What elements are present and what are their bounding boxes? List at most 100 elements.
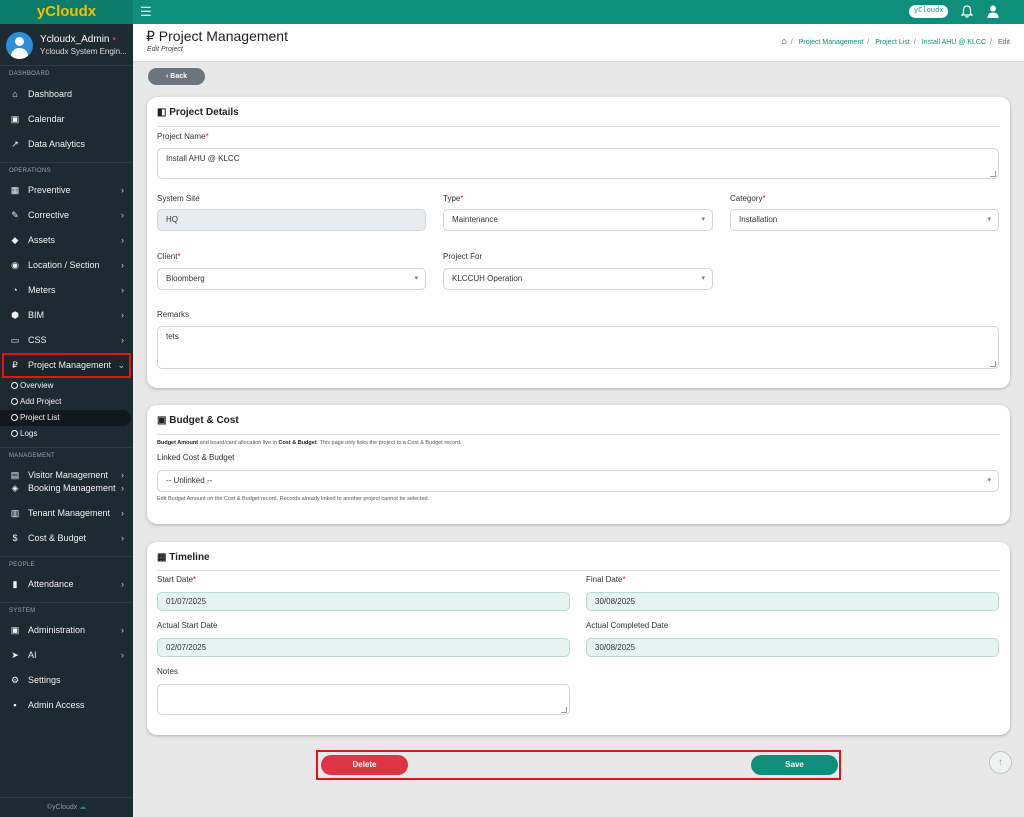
hamburger-menu-icon[interactable]: ☰: [140, 4, 152, 20]
section-management: MANAGEMENT: [0, 447, 133, 463]
subitem-project-list[interactable]: Project List: [0, 410, 131, 426]
sidebar-item-tenant-management[interactable]: ▥ Tenant Management ›: [0, 501, 133, 526]
start-date-field[interactable]: 01/07/2025: [157, 592, 570, 611]
subitem-logs[interactable]: Logs: [0, 426, 133, 442]
building-icon: ▥: [10, 508, 20, 518]
remarks-field[interactable]: tets: [157, 326, 999, 369]
chevron-right-icon: ›: [121, 625, 124, 635]
divider: [157, 434, 1000, 435]
chevron-down-icon: ⌄: [117, 360, 125, 370]
sidebar-item-ai[interactable]: ➤ AI ›: [0, 643, 133, 668]
category-select[interactable]: Installation: [730, 209, 999, 231]
chevron-right-icon: ›: [121, 533, 124, 543]
client-label: Client*: [157, 252, 181, 261]
calendar-icon: ▦: [157, 552, 170, 563]
sidebar-item-administration[interactable]: ▣ Administration ›: [0, 618, 133, 643]
chevron-right-icon: ›: [121, 579, 124, 589]
sidebar-item-calendar[interactable]: ▣ Calendar: [0, 107, 133, 132]
sidebar-item-visitor-management[interactable]: ▤ Visitor Management ›: [0, 469, 133, 482]
sidebar-item-booking-management[interactable]: ◈ Booking Management ›: [0, 482, 133, 495]
sidebar-item-assets[interactable]: ◆ Assets ›: [0, 228, 133, 253]
sidebar-item-dashboard[interactable]: ⌂ Dashboard: [0, 82, 133, 107]
user-pill[interactable]: yCloudx: [909, 5, 949, 18]
actual-start-date-field[interactable]: 02/07/2025: [157, 638, 570, 657]
chevron-right-icon: ›: [121, 483, 124, 493]
online-status-icon: •: [112, 34, 116, 45]
card-title: ▦ Timeline: [157, 552, 210, 563]
delete-button[interactable]: Delete: [321, 755, 408, 775]
save-button[interactable]: Save: [751, 755, 838, 775]
calendar-grid-icon: ▦: [10, 185, 20, 195]
linked-cost-budget-label: Linked Cost & Budget: [157, 453, 235, 462]
final-date-label: Final Date*: [586, 575, 626, 584]
circle-icon: [11, 414, 18, 421]
subitem-overview[interactable]: Overview: [0, 378, 133, 394]
project-name-field[interactable]: Install AHU @ KLCC: [157, 148, 999, 179]
admin-icon: ▣: [10, 625, 20, 635]
monitor-icon: ▭: [10, 335, 20, 345]
section-dashboard: DASHBOARD: [9, 71, 50, 77]
home-icon[interactable]: ⌂: [781, 36, 786, 46]
sidebar-item-cost-budget[interactable]: $ Cost & Budget ›: [0, 526, 133, 551]
project-for-select[interactable]: KLCCUH Operation: [443, 268, 713, 290]
gear-icon: ⚙: [10, 675, 20, 685]
sidebar-item-data-analytics[interactable]: ↗ Data Analytics: [0, 132, 133, 157]
breadcrumb-project-list[interactable]: Project List: [875, 39, 910, 46]
sidebar-item-attendance[interactable]: ▮ Attendance ›: [0, 572, 133, 597]
type-label: Type*: [443, 194, 464, 203]
avatar: [6, 32, 33, 59]
subitem-add-project[interactable]: Add Project: [0, 394, 133, 410]
circle-icon: [11, 382, 18, 389]
section-people: PEOPLE: [0, 556, 133, 572]
remarks-label: Remarks: [157, 310, 190, 319]
chevron-right-icon: ›: [121, 185, 124, 195]
sidebar-item-location[interactable]: ◉ Location / Section ›: [0, 253, 133, 278]
notes-field[interactable]: [157, 684, 570, 715]
project-name-label: Project Name*: [157, 132, 209, 141]
breadcrumb-project-management[interactable]: Project Management: [799, 39, 864, 46]
client-select[interactable]: Bloomberg: [157, 268, 426, 290]
breadcrumb-project[interactable]: Install AHU @ KLCC: [922, 39, 986, 46]
user-profile[interactable]: Ycloudx_Admin • Ycloudx System Engin...: [0, 24, 133, 66]
profile-role: Ycloudx System Engin...: [40, 47, 127, 56]
chevron-right-icon: ›: [121, 260, 124, 270]
action-bar: Delete Save: [316, 750, 841, 780]
sidebar-item-admin-access[interactable]: ▪ Admin Access: [0, 693, 133, 718]
sidebar-item-settings[interactable]: ⚙ Settings: [0, 668, 133, 693]
chevron-right-icon: ›: [121, 235, 124, 245]
sidebar-item-bim[interactable]: ⬢ BIM ›: [0, 303, 133, 328]
linked-cost-budget-select[interactable]: -- Unlinked --: [157, 470, 999, 492]
project-icon: ₽: [12, 360, 18, 370]
chevron-right-icon: ›: [121, 650, 124, 660]
sidebar-item-project-management[interactable]: ₽ Project Management ⌄: [2, 353, 131, 378]
bell-icon[interactable]: [960, 4, 974, 19]
back-button[interactable]: ‹ Back: [148, 68, 205, 85]
sidebar-item-css[interactable]: ▭ CSS ›: [0, 328, 133, 353]
sidebar-footer: ©yCloudx ☁: [0, 797, 133, 817]
clipboard-icon: ▮: [12, 579, 18, 589]
top-bar: yCloudx ☰ yCloudx: [0, 0, 1024, 24]
actual-completed-date-field[interactable]: 30/08/2025: [586, 638, 999, 657]
cloud-icon: ☁: [79, 804, 87, 811]
type-select[interactable]: Maintenance: [443, 209, 713, 231]
brand-logo[interactable]: yCloudx: [0, 0, 133, 24]
sidebar-item-preventive[interactable]: ▦ Preventive ›: [0, 178, 133, 203]
card-title: ◧ Project Details: [157, 107, 239, 118]
budget-cost-card: ▣ Budget & Cost Budget Amount and board/…: [147, 405, 1010, 524]
cube-icon: ⬢: [11, 310, 19, 320]
system-site-label: System Site: [157, 194, 200, 203]
scroll-to-top-icon[interactable]: ↑: [989, 751, 1012, 774]
calendar-icon: ▣: [10, 114, 20, 124]
user-icon[interactable]: [986, 4, 1000, 19]
final-date-field[interactable]: 30/08/2025: [586, 592, 999, 611]
sidebar-item-corrective[interactable]: ✎ Corrective ›: [0, 203, 133, 228]
actual-start-date-label: Actual Start Date: [157, 621, 218, 630]
section-system: SYSTEM: [0, 602, 133, 618]
category-label: Category*: [730, 194, 766, 203]
chevron-right-icon: ›: [121, 210, 124, 220]
lock-icon: ▪: [13, 700, 17, 710]
chevron-right-icon: ›: [121, 508, 124, 518]
notes-label: Notes: [157, 667, 178, 676]
dollar-icon: $: [12, 533, 18, 543]
sidebar-item-meters[interactable]: ◔ Meters ›: [0, 278, 133, 303]
